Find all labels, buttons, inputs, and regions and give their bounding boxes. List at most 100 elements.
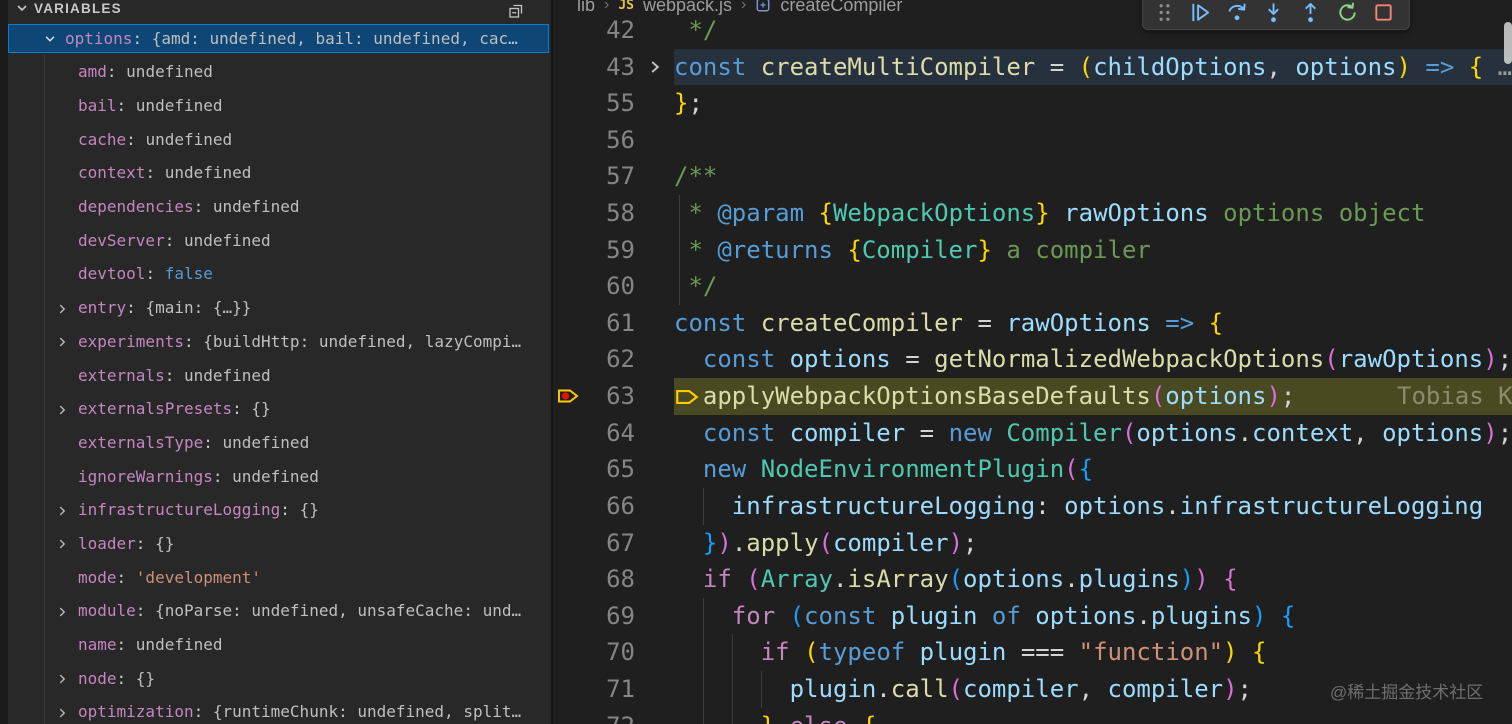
breakpoint-gutter[interactable] [553,708,583,724]
variable-row-optimization[interactable]: optimization: {runtimeChunk: undefined, … [8,695,551,724]
code-text[interactable]: const createMultiCompiler = (childOption… [674,48,1512,86]
code-text[interactable]: new NodeEnvironmentPlugin({ [674,451,1512,488]
variable-row-experiments[interactable]: experiments: {buildHttp: undefined, lazy… [8,325,551,359]
variable-row-devServer[interactable]: devServer: undefined [8,223,551,257]
variable-row-bail[interactable]: bail: undefined [8,89,551,123]
line-number[interactable]: 43 [583,49,635,86]
breakpoint-gutter[interactable] [553,415,583,452]
code-text[interactable]: const compiler = new Compiler(options.co… [674,415,1512,452]
breakpoint-gutter[interactable] [553,49,583,86]
variable-value: undefined [164,163,252,183]
code-text[interactable]: */ [674,268,1512,305]
breakpoint-gutter[interactable] [553,525,583,562]
breakpoint-gutter[interactable] [553,85,583,122]
variable-row-module[interactable]: module: {noParse: undefined, unsafeCache… [8,594,551,628]
variable-row-options-selected[interactable]: options: {amd: undefined, bail: undefine… [8,24,549,53]
breakpoint-gutter[interactable] [553,451,583,488]
line-number[interactable]: 72 [583,708,635,724]
code-text[interactable]: * @returns {Compiler} a compiler [674,231,1512,269]
line-number[interactable]: 59 [583,232,635,269]
breakpoint-gutter[interactable] [553,268,583,305]
breakpoint-gutter[interactable] [553,232,583,269]
line-number[interactable]: 55 [583,85,635,122]
code-text[interactable]: if (typeof plugin === "function") { [674,634,1512,671]
chevron-right-icon[interactable] [55,536,69,550]
code-text[interactable]: const createCompiler = rawOptions => { [674,305,1512,342]
code-text[interactable]: } else { [674,707,1512,724]
variables-panel-header[interactable]: VARIABLES [8,0,551,21]
collapse-all-icon[interactable] [507,2,525,20]
chevron-right-icon[interactable] [55,334,69,348]
line-number[interactable]: 70 [583,634,635,671]
code-text[interactable]: }; [674,85,1512,122]
variable-row-amd[interactable]: amd: undefined [8,55,551,89]
code-text[interactable]: }).apply(compiler); [674,525,1512,562]
drag-handle[interactable] [1151,0,1177,25]
chevron-right-icon[interactable] [55,705,69,719]
breakpoint-gutter[interactable] [553,671,583,708]
variable-row-mode[interactable]: mode: 'development' [8,560,551,594]
chevron-right-icon[interactable] [55,402,69,416]
breakpoint-gutter[interactable] [553,195,583,232]
variable-row-cache[interactable]: cache: undefined [8,122,551,156]
breakpoint-gutter[interactable] [553,341,583,378]
code-text[interactable]: if (Array.isArray(options.plugins)) { [674,561,1512,598]
variable-row-context[interactable]: context: undefined [8,156,551,190]
token-cmt: options object [1208,199,1426,228]
breakpoint-current-line-icon[interactable] [553,378,583,415]
breakpoint-gutter[interactable] [553,158,583,195]
code-text[interactable]: for (const plugin of options.plugins) { [674,597,1512,635]
code-text[interactable]: const options = getNormalizedWebpackOpti… [674,341,1512,378]
breakpoint-gutter[interactable] [553,122,583,159]
variable-row-ignoreWarnings[interactable]: ignoreWarnings: undefined [8,459,551,493]
variable-row-dependencies[interactable]: dependencies: undefined [8,190,551,224]
line-number[interactable]: 63 [583,378,635,415]
line-number[interactable]: 68 [583,561,635,598]
code-text[interactable]: /** [674,158,1512,195]
scrollbar-thumb[interactable] [1504,22,1512,64]
line-number[interactable]: 42 [583,12,635,49]
variable-row-externals[interactable]: externals: undefined [8,358,551,392]
continue-button[interactable] [1188,0,1214,25]
code-text[interactable] [674,122,1512,159]
fold-chevron-icon[interactable] [635,49,674,86]
line-number[interactable]: 58 [583,195,635,232]
code-text[interactable]: * @param {WebpackOptions} rawOptions opt… [674,195,1512,232]
line-number[interactable]: 60 [583,268,635,305]
line-number[interactable]: 65 [583,451,635,488]
breakpoint-gutter[interactable] [553,12,583,49]
line-number[interactable]: 64 [583,415,635,452]
variable-row-externalsType[interactable]: externalsType: undefined [8,426,551,460]
line-number[interactable]: 69 [583,598,635,635]
breakpoint-gutter[interactable] [553,634,583,671]
line-number[interactable]: 61 [583,305,635,342]
variable-row-infrastructureLogging[interactable]: infrastructureLogging: {} [8,493,551,527]
chevron-right-icon[interactable] [55,301,69,315]
step-over-button[interactable] [1224,0,1250,25]
line-number[interactable]: 56 [583,122,635,159]
stop-button[interactable] [1371,0,1397,25]
variable-row-name[interactable]: name: undefined [8,628,551,662]
breakpoint-gutter[interactable] [553,598,583,635]
variable-row-devtool[interactable]: devtool: false [8,257,551,291]
step-out-button[interactable] [1298,0,1324,25]
line-number[interactable]: 67 [583,525,635,562]
current-execution-line[interactable]: applyWebpackOptionsBaseDefaults(options)… [674,378,1512,415]
line-number[interactable]: 62 [583,341,635,378]
breakpoint-gutter[interactable] [553,488,583,525]
step-into-button[interactable] [1261,0,1287,25]
chevron-right-icon[interactable] [55,604,69,618]
variable-row-entry[interactable]: entry: {main: {…}} [8,291,551,325]
line-number[interactable]: 57 [583,158,635,195]
code-text[interactable]: infrastructureLogging: options.infrastru… [674,487,1512,525]
breakpoint-gutter[interactable] [553,561,583,598]
line-number[interactable]: 71 [583,671,635,708]
breakpoint-gutter[interactable] [553,305,583,342]
restart-button[interactable] [1334,0,1360,25]
variable-row-externalsPresets[interactable]: externalsPresets: {} [8,392,551,426]
variable-row-loader[interactable]: loader: {} [8,527,551,561]
variable-row-node[interactable]: node: {} [8,661,551,695]
chevron-right-icon[interactable] [55,503,69,517]
line-number[interactable]: 66 [583,488,635,525]
chevron-right-icon[interactable] [55,671,69,685]
